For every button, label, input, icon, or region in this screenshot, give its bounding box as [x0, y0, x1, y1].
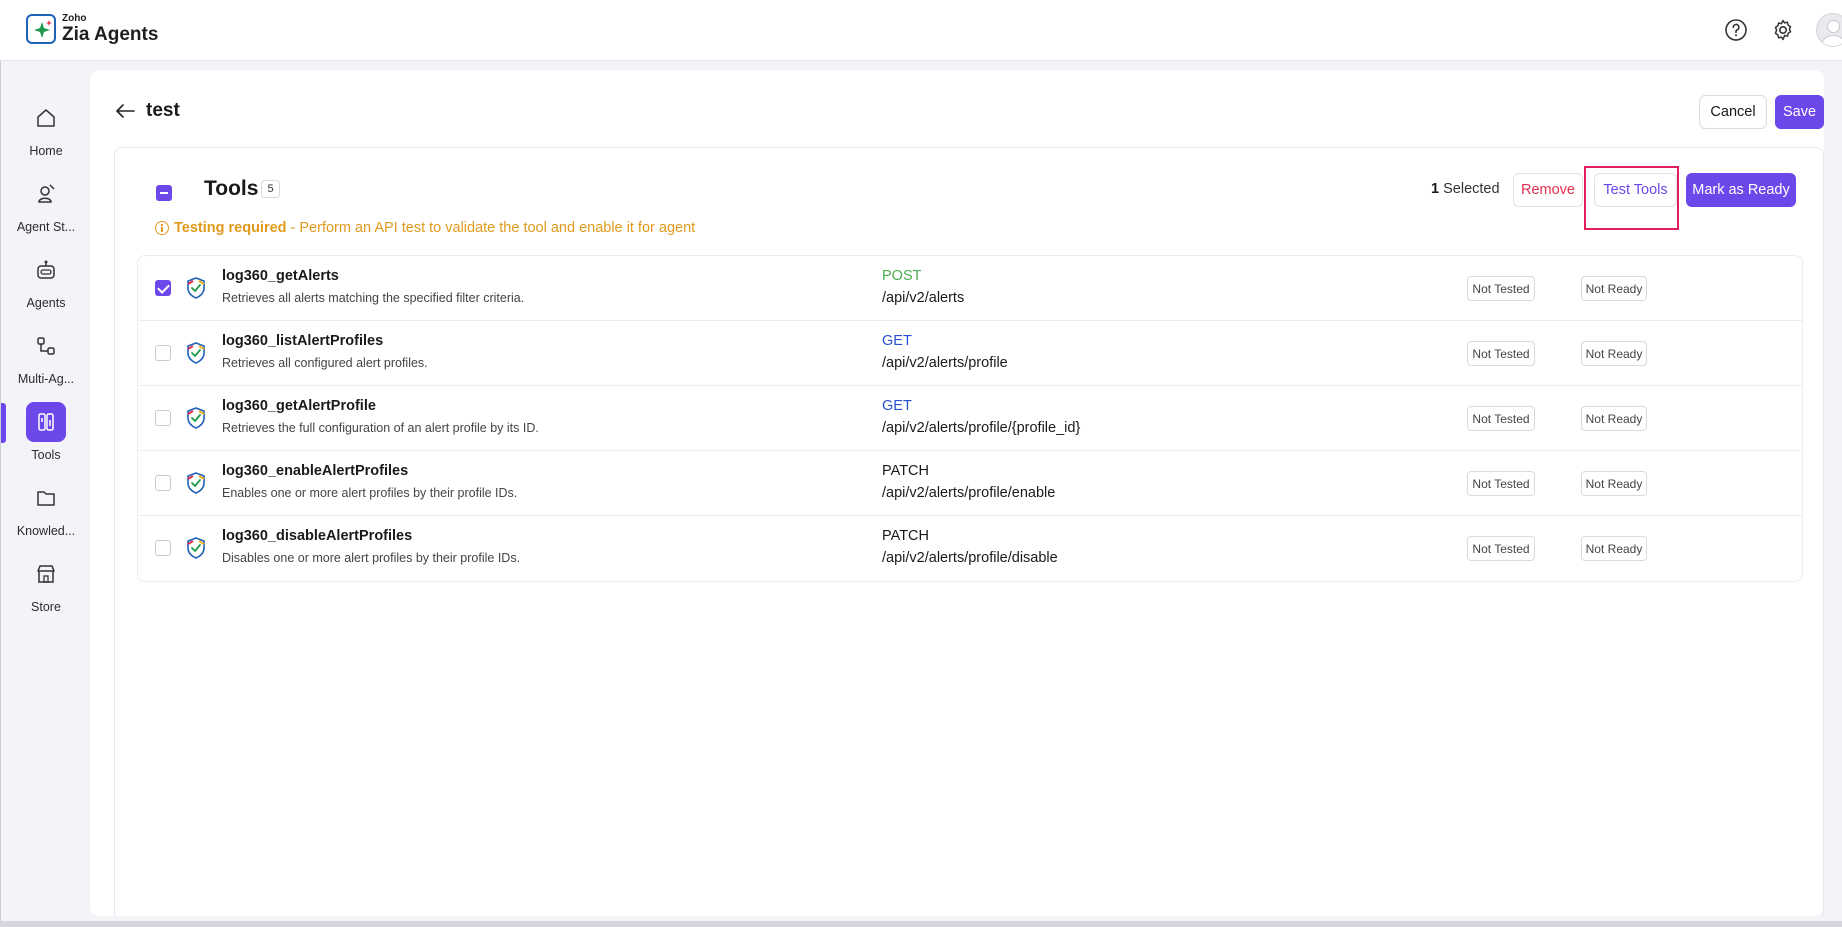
folder-icon [26, 478, 66, 518]
row-checkbox[interactable] [155, 345, 171, 361]
sidebar: Home Agent St... Agents Multi-Ag... Tool… [0, 61, 90, 927]
sidebar-item-label: Home [29, 144, 63, 158]
select-all-checkbox[interactable] [156, 185, 172, 201]
tool-description: Retrieves all configured alert profiles. [222, 356, 428, 370]
http-method: GET [882, 398, 912, 414]
gear-icon[interactable] [1770, 17, 1796, 43]
tool-name[interactable]: log360_getAlerts [222, 268, 339, 284]
selected-count-number: 1 [1431, 181, 1440, 197]
ready-status-badge: Not Ready [1581, 471, 1647, 496]
http-method: PATCH [882, 463, 929, 479]
tool-service-logo-icon [184, 341, 208, 365]
brand-product-name: Zia Agents [62, 24, 159, 45]
tool-description: Retrieves the full configuration of an a… [222, 421, 539, 435]
selected-count-text: 1 Selected [1431, 181, 1500, 197]
back-arrow-icon[interactable] [114, 100, 136, 122]
mark-as-ready-button[interactable]: Mark as Ready [1686, 173, 1796, 207]
brand-logo-area[interactable]: Zoho Zia Agents [26, 14, 158, 44]
ready-status-badge: Not Ready [1581, 406, 1647, 431]
http-method: PATCH [882, 528, 929, 544]
multi-agent-icon [26, 326, 66, 366]
sidebar-item-knowledge[interactable]: Knowled... [1, 478, 91, 538]
row-checkbox[interactable] [155, 475, 171, 491]
page-title: test [146, 100, 180, 121]
tools-section-title: Tools [204, 177, 259, 200]
api-path: /api/v2/alerts [882, 290, 965, 306]
cancel-button[interactable]: Cancel [1699, 95, 1767, 129]
testing-required-notice: Testing required - Perform an API test t… [155, 220, 695, 236]
sidebar-item-label: Multi-Ag... [17, 372, 75, 386]
sidebar-item-multi-agent[interactable]: Multi-Ag... [1, 326, 91, 386]
http-method: POST [882, 268, 922, 284]
save-button[interactable]: Save [1775, 95, 1824, 129]
sidebar-item-tools[interactable]: Tools [1, 402, 91, 462]
tools-icon [26, 402, 66, 442]
test-tools-button[interactable]: Test Tools [1594, 173, 1677, 207]
sidebar-item-label: Store [31, 600, 61, 614]
notice-bold-text: Testing required [174, 220, 287, 236]
table-row[interactable]: log360_getAlerts Retrieves all alerts mat… [138, 256, 1802, 321]
ready-status-badge: Not Ready [1581, 341, 1647, 366]
robot-icon [26, 250, 66, 290]
table-row[interactable]: log360_listAlertProfiles Retrieves all co… [138, 321, 1802, 386]
store-icon [26, 554, 66, 594]
table-row[interactable]: log360_getAlertProfile Retrieves the full… [138, 386, 1802, 451]
brand-company: Zoho [62, 13, 87, 24]
tool-service-logo-icon [184, 471, 208, 495]
sidebar-item-label: Agents [26, 296, 66, 310]
tool-name[interactable]: log360_disableAlertProfiles [222, 528, 412, 544]
api-path: /api/v2/alerts/profile [882, 355, 1008, 371]
ready-status-badge: Not Ready [1581, 536, 1647, 561]
tool-service-logo-icon [184, 406, 208, 430]
tool-service-logo-icon [184, 276, 208, 300]
sidebar-item-agent-studio[interactable]: Agent St... [1, 174, 91, 234]
tools-card: Tools 5 1 Selected Remove Test Tools Mar… [114, 147, 1824, 916]
notice-text: - Perform an API test to validate the to… [290, 220, 696, 236]
tools-count-badge: 5 [261, 180, 280, 198]
http-method: GET [882, 333, 912, 349]
test-status-badge: Not Tested [1467, 341, 1535, 366]
sidebar-item-label: Tools [31, 448, 61, 462]
ready-status-badge: Not Ready [1581, 276, 1647, 301]
tool-name[interactable]: log360_enableAlertProfiles [222, 463, 408, 479]
sidebar-item-home[interactable]: Home [1, 98, 91, 158]
agent-studio-icon [26, 174, 66, 214]
table-row[interactable]: log360_enableAlertProfiles Enables one or… [138, 451, 1802, 516]
sidebar-item-agents[interactable]: Agents [1, 250, 91, 310]
remove-button[interactable]: Remove [1513, 173, 1583, 207]
main-panel: test Cancel Save Tools 5 1 Selected Remo… [90, 70, 1824, 916]
tool-service-logo-icon [184, 536, 208, 560]
tools-table: log360_getAlerts Retrieves all alerts mat… [137, 255, 1803, 582]
test-status-badge: Not Tested [1467, 471, 1535, 496]
tool-name[interactable]: log360_getAlertProfile [222, 398, 376, 414]
help-circle-icon[interactable] [1723, 17, 1749, 43]
tool-description: Enables one or more alert profiles by th… [222, 486, 518, 500]
tool-description: Disables one or more alert profiles by t… [222, 551, 521, 565]
api-path: /api/v2/alerts/profile/disable [882, 550, 1058, 566]
row-checkbox[interactable] [155, 280, 171, 296]
test-status-badge: Not Tested [1467, 276, 1535, 301]
user-avatar-icon[interactable] [1816, 13, 1842, 47]
sidebar-item-store[interactable]: Store [1, 554, 91, 614]
sidebar-item-label: Agent St... [16, 220, 76, 234]
row-checkbox[interactable] [155, 540, 171, 556]
tool-name[interactable]: log360_listAlertProfiles [222, 333, 383, 349]
window-bottom-edge [0, 921, 1842, 927]
api-path: /api/v2/alerts/profile/{profile_id} [882, 420, 1081, 436]
api-path: /api/v2/alerts/profile/enable [882, 485, 1056, 501]
home-icon [26, 98, 66, 138]
zia-agents-logo-icon [26, 14, 56, 44]
tool-description: Retrieves all alerts matching the specif… [222, 291, 525, 305]
info-icon [155, 221, 169, 235]
selected-count-label: Selected [1443, 181, 1500, 197]
test-status-badge: Not Tested [1467, 406, 1535, 431]
table-row[interactable]: log360_disableAlertProfiles Disables one … [138, 516, 1802, 581]
sidebar-item-label: Knowled... [16, 524, 76, 538]
test-status-badge: Not Tested [1467, 536, 1535, 561]
top-header: Zoho Zia Agents [0, 0, 1842, 61]
row-checkbox[interactable] [155, 410, 171, 426]
